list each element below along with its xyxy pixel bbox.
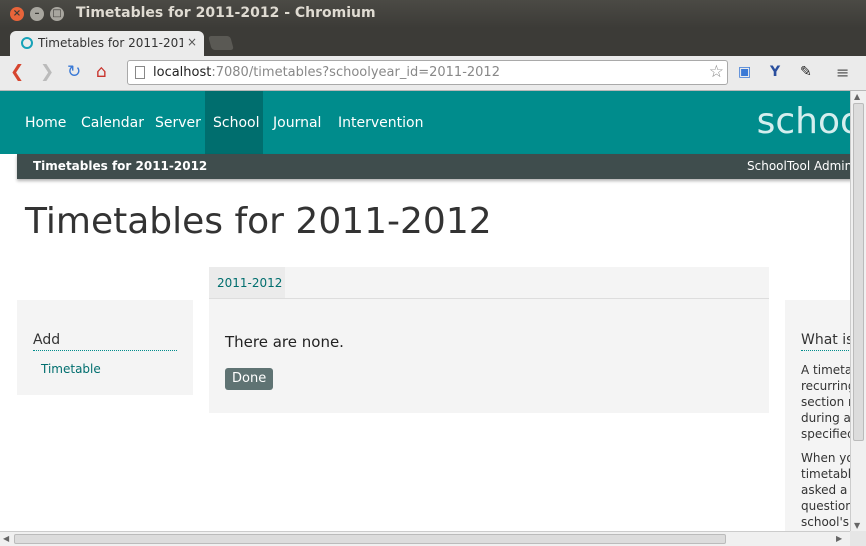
forward-arrow-icon[interactable]: ❯ [40, 62, 54, 82]
pin-extension-icon[interactable]: ✎ [800, 64, 812, 80]
tab-title: Timetables for 2011-2012 [38, 36, 183, 50]
reload-icon[interactable]: ↻ [67, 62, 81, 82]
breadcrumb-bar: Timetables for 2011-2012 SchoolTool Admi… [17, 154, 850, 179]
help-text-line: timetable [801, 467, 850, 481]
cast-extension-icon[interactable]: ▣ [738, 64, 751, 80]
nav-item-home[interactable]: Home [17, 91, 74, 154]
scroll-up-icon[interactable]: ▲ [854, 92, 860, 101]
tab-strip: Timetables for 2011-2012 × [0, 28, 866, 56]
scroll-left-icon[interactable]: ◀ [3, 534, 9, 543]
nav-item-school[interactable]: School [205, 91, 263, 154]
tab-close-icon[interactable]: × [187, 35, 197, 49]
help-text-line: recurring [801, 379, 850, 393]
y-extension-icon[interactable]: Y [770, 64, 780, 80]
nav-item-intervention[interactable]: Intervention [330, 91, 431, 154]
help-panel: What is A timetal recurring section n du… [785, 300, 850, 531]
nav-item-journal[interactable]: Journal [265, 91, 329, 154]
window-maximize-button[interactable]: □ [50, 7, 64, 21]
window-title: Timetables for 2011-2012 - Chromium [76, 5, 376, 21]
menu-icon[interactable]: ≡ [836, 63, 849, 82]
tab-2011-2012[interactable]: 2011-2012 [209, 267, 285, 298]
browser-tab[interactable]: Timetables for 2011-2012 × [10, 31, 204, 56]
url-text[interactable]: localhost:7080/timetables?schoolyear_id=… [153, 65, 500, 80]
add-panel: Add Timetable [17, 300, 193, 395]
page-icon [135, 66, 145, 79]
back-arrow-icon[interactable]: ❮ [10, 62, 24, 82]
user-name[interactable]: SchoolTool Adminis [747, 159, 850, 173]
help-heading: What is [801, 332, 850, 351]
nav-item-calendar[interactable]: Calendar [73, 91, 152, 154]
window-titlebar: × – □ Timetables for 2011-2012 - Chromiu… [0, 0, 866, 28]
horizontal-scroll-thumb[interactable] [14, 534, 726, 544]
horizontal-scrollbar[interactable]: ◀ ▶ [0, 531, 850, 546]
bookmark-star-icon[interactable]: ☆ [709, 62, 724, 82]
new-tab-button[interactable] [208, 36, 234, 50]
add-timetable-link[interactable]: Timetable [41, 362, 101, 376]
scroll-right-icon[interactable]: ▶ [836, 534, 842, 543]
breadcrumb[interactable]: Timetables for 2011-2012 [33, 159, 207, 173]
browser-toolbar: ❮ ❯ ↻ ⌂ localhost:7080/timetables?school… [0, 56, 866, 91]
help-text-line: A timetal [801, 363, 850, 377]
scroll-down-icon[interactable]: ▼ [854, 521, 860, 530]
window-minimize-button[interactable]: – [30, 7, 44, 21]
help-text-line: When yo [801, 451, 850, 465]
help-text-line: specified [801, 427, 850, 441]
schoolyear-tabs: 2011-2012 [209, 267, 769, 299]
brand-logo[interactable]: schoo [757, 101, 850, 142]
home-icon[interactable]: ⌂ [96, 62, 107, 82]
timetables-panel: There are none. Done [209, 299, 769, 413]
help-text-line: asked a s [801, 483, 850, 497]
add-heading: Add [33, 332, 177, 351]
tab-label: 2011-2012 [217, 276, 283, 290]
empty-message: There are none. [225, 333, 344, 351]
vertical-scrollbar[interactable]: ▲ ▼ [850, 91, 866, 531]
help-text-line: section n [801, 395, 850, 409]
main-nav: Home Calendar Server School Journal Inte… [0, 91, 850, 154]
favicon-icon [21, 37, 33, 49]
scrollbar-corner [850, 531, 866, 546]
vertical-scroll-thumb[interactable] [853, 103, 864, 441]
window-close-button[interactable]: × [10, 7, 24, 21]
help-text-line: during a [801, 411, 850, 425]
help-text-line: school's s [801, 515, 850, 529]
address-bar[interactable]: localhost:7080/timetables?schoolyear_id=… [127, 60, 728, 85]
page-viewport: Home Calendar Server School Journal Inte… [0, 91, 850, 531]
help-text-line: question [801, 499, 850, 513]
nav-item-server[interactable]: Server [147, 91, 209, 154]
done-button[interactable]: Done [225, 368, 274, 390]
page-title: Timetables for 2011-2012 [25, 201, 492, 242]
